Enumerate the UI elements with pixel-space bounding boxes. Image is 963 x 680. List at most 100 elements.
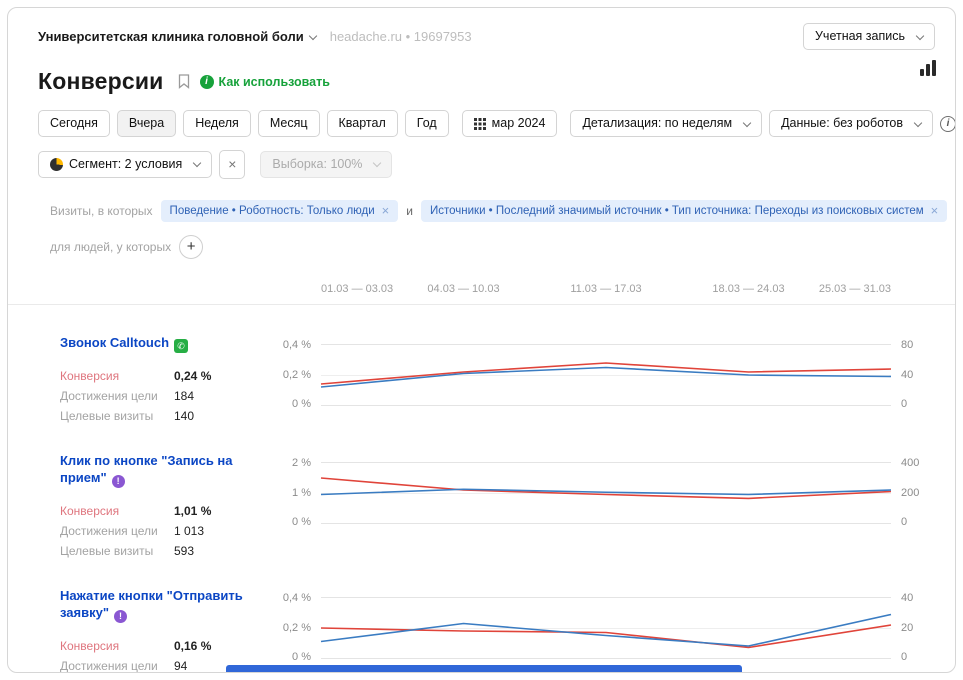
topbar: Университетская клиника головной боли he… (8, 8, 955, 50)
y-axis-left: 2 % 1 % 0 % (260, 462, 321, 524)
chevron-down-icon (193, 159, 201, 167)
visits-value: 140 (174, 409, 194, 423)
visits-filter-row: Визиты, в которых Поведение • Роботность… (50, 199, 935, 223)
people-filter-row: для людей, у которых + (50, 235, 935, 259)
people-filter-label: для людей, у которых (50, 240, 171, 254)
next-widget-edge (226, 665, 742, 672)
goal-info: Клик по кнопке "Запись на прием" Конверс… (60, 453, 260, 564)
sampling-label: Выборка: 100% (272, 157, 362, 172)
counter-name[interactable]: Университетская клиника головной боли (38, 29, 304, 44)
segment-clear-button[interactable]: × (219, 150, 245, 179)
y-axis-left: 0,4 % 0,2 % 0 % (260, 344, 321, 406)
conversion-label: Конверсия (60, 639, 174, 653)
goal-title-link[interactable]: Нажатие кнопки "Отправить заявку" (60, 588, 243, 620)
axis-tick: 0 % (292, 398, 311, 410)
period-button-week[interactable]: Неделя (183, 110, 251, 137)
counter-meta: headache.ru • 19697953 (330, 29, 472, 44)
bookmark-icon[interactable] (178, 74, 190, 89)
calendar-button[interactable]: мар 2024 (462, 110, 558, 137)
info-icon (200, 75, 214, 89)
chip-remove-icon[interactable]: × (931, 206, 939, 216)
plus-icon: + (187, 238, 196, 255)
close-icon: × (228, 156, 236, 173)
period-button-today[interactable]: Сегодня (38, 110, 110, 137)
reaches-label: Достижения цели (60, 659, 174, 673)
info-icon[interactable] (940, 116, 956, 132)
filter-chip-robots[interactable]: Поведение • Роботность: Только люди × (161, 200, 399, 222)
add-visit-condition-button[interactable]: + (955, 199, 956, 223)
line-chart-plot (321, 462, 891, 524)
account-button-label: Учетная запись (815, 29, 905, 44)
goal-title-link[interactable]: Звонок Calltouch (60, 335, 169, 350)
axis-tick: 40 (901, 592, 913, 604)
goal-block-submit: Нажатие кнопки "Отправить заявку" Конвер… (8, 588, 955, 673)
chevron-down-icon (743, 118, 751, 126)
conversion-label: Конверсия (60, 504, 174, 518)
goal-chart: 0,4 % 0,2 % 0 % 80 40 0 (260, 344, 933, 406)
how-to-use-link[interactable]: Как использовать (200, 75, 330, 89)
goal-stats: Конверсия 0,24 % Достижения цели 184 Цел… (60, 369, 252, 423)
metrica-logo-icon[interactable] (917, 58, 939, 81)
how-to-use-label: Как использовать (219, 75, 330, 89)
data-mode-label: Данные: без роботов (781, 116, 903, 131)
page-head: Конверсии Как использовать (8, 50, 955, 95)
chip-remove-icon[interactable]: × (382, 206, 390, 216)
axis-tick: 1 % (292, 487, 311, 499)
goal-block-calltouch: Звонок Calltouch Конверсия 0,24 % Достиж… (8, 335, 955, 429)
retargeting-icon (112, 475, 125, 488)
reaches-value: 94 (174, 659, 187, 673)
segment-row: Сегмент: 2 условия × Выборка: 100% (8, 137, 955, 179)
y-axis-right: 40 20 0 (891, 597, 933, 659)
conversion-label: Конверсия (60, 369, 174, 383)
period-button-yesterday[interactable]: Вчера (117, 110, 176, 137)
date-range-label: 25.03 — 31.03 (819, 283, 891, 295)
data-mode-dropdown[interactable]: Данные: без роботов (769, 110, 933, 137)
reaches-value: 1 013 (174, 524, 204, 538)
calendar-label: мар 2024 (492, 116, 546, 131)
date-range-label: 01.03 — 03.03 (321, 283, 393, 295)
reaches-label: Достижения цели (60, 524, 174, 538)
axis-tick: 80 (901, 339, 913, 351)
axis-tick: 0 (901, 516, 907, 528)
visits-label: Целевые визиты (60, 544, 174, 558)
chevron-down-icon (914, 118, 922, 126)
axis-tick: 0 (901, 651, 907, 663)
date-range-label: 04.03 — 10.03 (427, 283, 499, 295)
chevron-down-icon (373, 159, 381, 167)
goal-stats: Конверсия 0,16 % Достижения цели 94 Целе… (60, 639, 252, 673)
goal-title-link[interactable]: Клик по кнопке "Запись на прием" (60, 453, 233, 485)
period-button-year[interactable]: Год (405, 110, 449, 137)
page-title: Конверсии (38, 68, 164, 95)
filter-chip-label: Источники • Последний значимый источник … (430, 205, 924, 217)
visits-label: Целевые визиты (60, 409, 174, 423)
axis-tick: 200 (901, 487, 919, 499)
account-button[interactable]: Учетная запись (803, 23, 935, 50)
axis-tick: 20 (901, 622, 913, 634)
filter-chip-source[interactable]: Источники • Последний значимый источник … (421, 200, 947, 222)
axis-tick: 0 (901, 398, 907, 410)
counter-selector[interactable]: Университетская клиника головной боли he… (38, 29, 472, 44)
axis-tick: 0,2 % (283, 622, 311, 634)
axis-tick: 0 % (292, 516, 311, 528)
detalization-dropdown[interactable]: Детализация: по неделям (570, 110, 762, 137)
period-button-month[interactable]: Месяц (258, 110, 320, 137)
goal-info: Звонок Calltouch Конверсия 0,24 % Достиж… (60, 335, 260, 429)
sampling-dropdown[interactable]: Выборка: 100% (260, 151, 392, 178)
date-range-label: 11.03 — 17.03 (570, 283, 641, 295)
conversion-value: 0,16 % (174, 639, 211, 653)
y-axis-right: 400 200 0 (891, 462, 933, 524)
add-people-condition-button[interactable]: + (179, 235, 203, 259)
period-button-quarter[interactable]: Квартал (327, 110, 398, 137)
axis-tick: 0,2 % (283, 369, 311, 381)
conversion-value: 0,24 % (174, 369, 211, 383)
axis-tick: 0,4 % (283, 592, 311, 604)
filter-chip-label: Поведение • Роботность: Только люди (170, 205, 375, 217)
segment-label: Сегмент: 2 условия (69, 157, 182, 172)
axis-tick: 0 % (292, 651, 311, 663)
goal-info: Нажатие кнопки "Отправить заявку" Конвер… (60, 588, 260, 673)
axis-tick: 0,4 % (283, 339, 311, 351)
detalization-label: Детализация: по неделям (582, 116, 732, 131)
segment-dropdown[interactable]: Сегмент: 2 условия (38, 151, 212, 178)
conversion-value: 1,01 % (174, 504, 211, 518)
goal-chart: 2 % 1 % 0 % 400 200 0 (260, 462, 933, 524)
